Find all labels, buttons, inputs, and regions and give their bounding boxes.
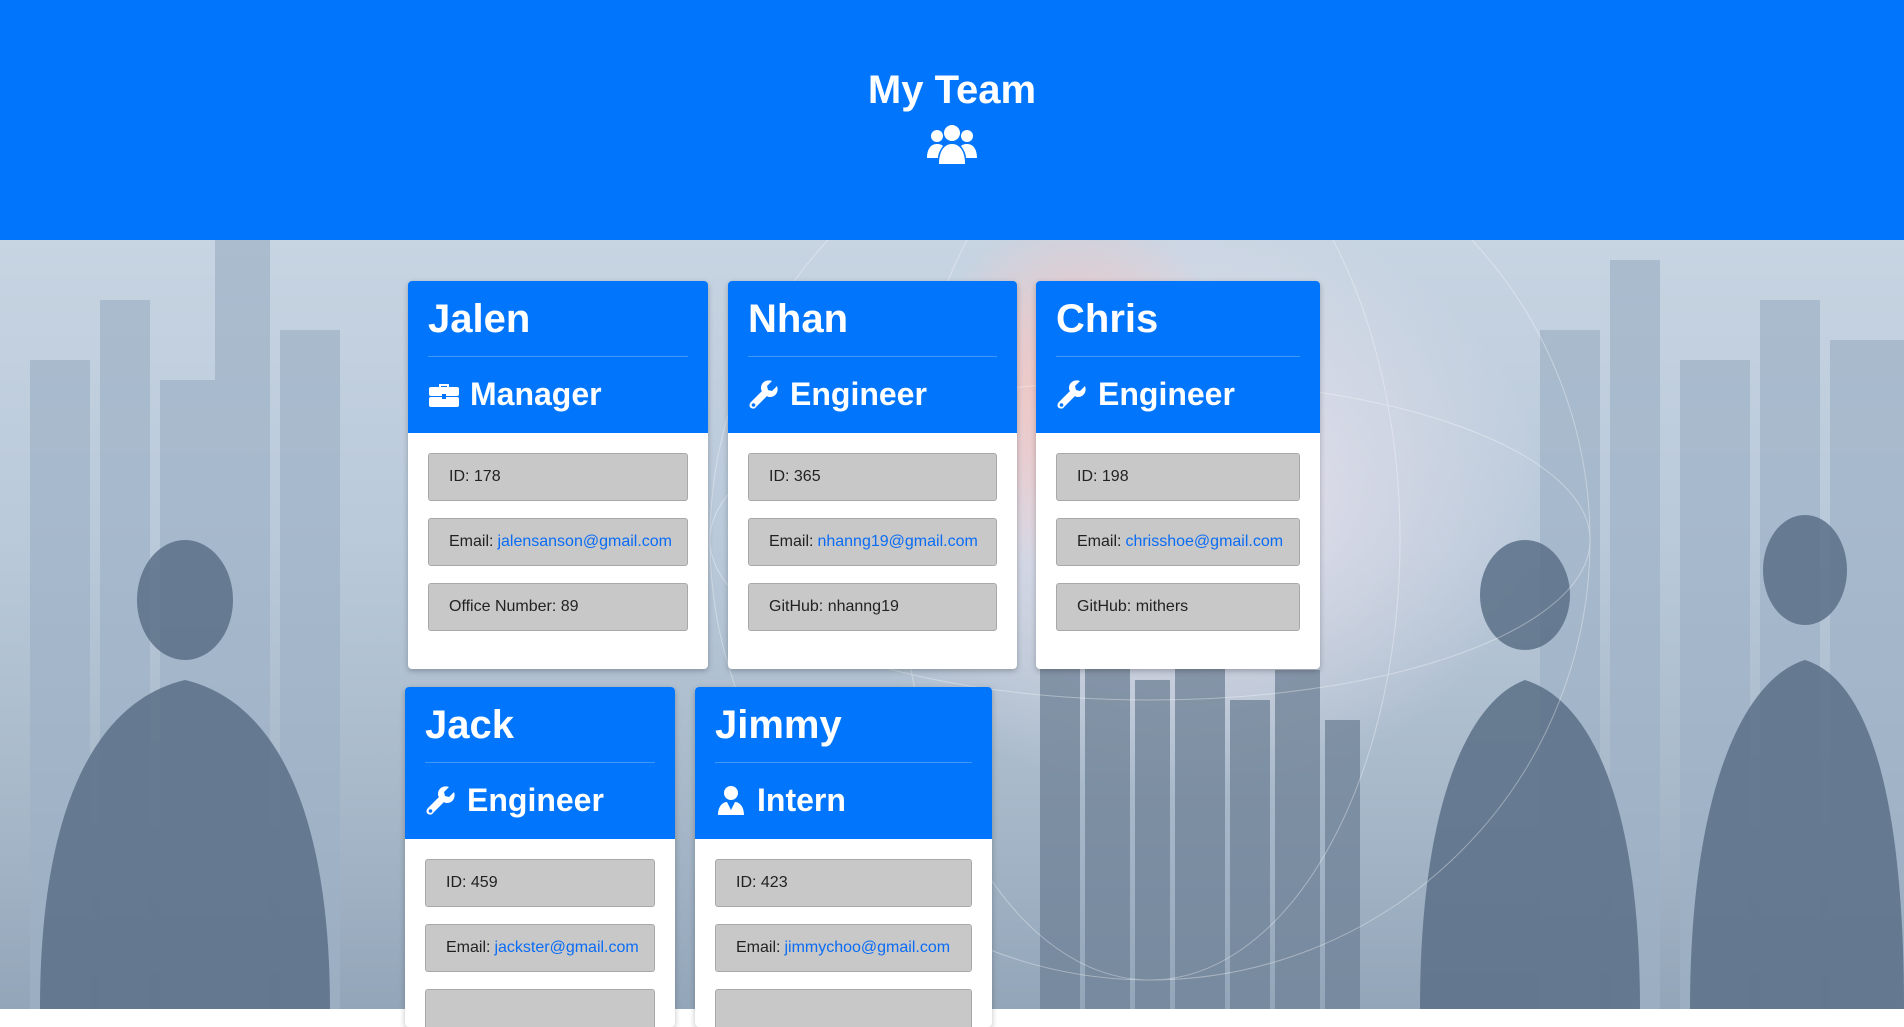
github-field: GitHub: nhanng19 bbox=[748, 583, 997, 631]
card-header: Jalen Manager bbox=[408, 281, 708, 433]
github-field: GitHub: mithers bbox=[1056, 583, 1300, 631]
github-field bbox=[425, 989, 655, 1027]
id-text: ID: 423 bbox=[736, 874, 788, 891]
user-icon bbox=[715, 784, 747, 816]
card-header: Chris Engineer bbox=[1036, 281, 1320, 433]
role-label: Engineer bbox=[790, 375, 927, 412]
role-label: Manager bbox=[470, 375, 602, 412]
email-label: Email: bbox=[1077, 533, 1122, 550]
briefcase-icon bbox=[428, 378, 460, 410]
employee-name: Jimmy bbox=[715, 703, 842, 747]
email-label: Email: bbox=[446, 939, 491, 956]
github-text: GitHub: nhanng19 bbox=[769, 598, 899, 615]
email-label: Email: bbox=[769, 533, 814, 550]
role-label: Engineer bbox=[1098, 375, 1235, 412]
employee-card-jack: Jack Engineer ID: 459 Email: jackster@gma… bbox=[405, 687, 675, 1027]
email-link[interactable]: jackster@gmail.com bbox=[494, 939, 638, 957]
office-number-field: Office Number: 89 bbox=[428, 583, 688, 631]
wrench-icon bbox=[748, 378, 780, 410]
email-link[interactable]: jimmychoo@gmail.com bbox=[784, 939, 950, 957]
role-label: Intern bbox=[757, 781, 846, 818]
divider bbox=[1056, 356, 1300, 357]
id-text: ID: 178 bbox=[449, 468, 501, 485]
github-text: GitHub: mithers bbox=[1077, 598, 1189, 615]
users-icon bbox=[926, 122, 978, 166]
id-text: ID: 459 bbox=[446, 874, 498, 891]
card-header: Jimmy Intern bbox=[695, 687, 992, 839]
email-field: Email: jimmychoo@gmail.com bbox=[715, 924, 972, 972]
id-field: ID: 459 bbox=[425, 859, 655, 907]
employee-role: Engineer bbox=[1056, 374, 1235, 414]
id-field: ID: 365 bbox=[748, 453, 997, 501]
employee-role: Engineer bbox=[748, 374, 927, 414]
employee-card-chris: Chris Engineer ID: 198 Email: chrisshoe@g… bbox=[1036, 281, 1320, 669]
office-number-text: Office Number: 89 bbox=[449, 598, 579, 615]
employee-name: Nhan bbox=[748, 297, 848, 341]
divider bbox=[748, 356, 997, 357]
email-field: Email: nhanng19@gmail.com bbox=[748, 518, 997, 566]
employee-role: Manager bbox=[428, 374, 602, 414]
employee-name: Jack bbox=[425, 703, 514, 747]
card-header: Nhan Engineer bbox=[728, 281, 1017, 433]
email-link[interactable]: jalensanson@gmail.com bbox=[497, 533, 672, 551]
divider bbox=[428, 356, 688, 357]
employee-card-jalen: Jalen Manager ID: 178 Email: jalensanson@… bbox=[408, 281, 708, 669]
email-field: Email: chrisshoe@gmail.com bbox=[1056, 518, 1300, 566]
id-field: ID: 423 bbox=[715, 859, 972, 907]
employee-card-jimmy: Jimmy Intern ID: 423 Email: jimmychoo@gma… bbox=[695, 687, 992, 1027]
page-title: My Team bbox=[867, 68, 1037, 112]
employee-name: Chris bbox=[1056, 297, 1159, 341]
divider bbox=[715, 762, 972, 763]
id-field: ID: 178 bbox=[428, 453, 688, 501]
employee-name: Jalen bbox=[428, 297, 531, 341]
email-link[interactable]: chrisshoe@gmail.com bbox=[1125, 533, 1283, 551]
employee-card-nhan: Nhan Engineer ID: 365 Email: nhanng19@gma… bbox=[728, 281, 1017, 669]
divider bbox=[425, 762, 655, 763]
employee-role: Engineer bbox=[425, 780, 604, 820]
id-text: ID: 365 bbox=[769, 468, 821, 485]
email-field: Email: jackster@gmail.com bbox=[425, 924, 655, 972]
email-field: Email: jalensanson@gmail.com bbox=[428, 518, 688, 566]
wrench-icon bbox=[425, 784, 457, 816]
role-label: Engineer bbox=[467, 781, 604, 818]
id-field: ID: 198 bbox=[1056, 453, 1300, 501]
card-header: Jack Engineer bbox=[405, 687, 675, 839]
employee-role: Intern bbox=[715, 780, 846, 820]
email-label: Email: bbox=[736, 939, 781, 956]
wrench-icon bbox=[1056, 378, 1088, 410]
page-header: My Team bbox=[0, 0, 1904, 240]
school-field bbox=[715, 989, 972, 1027]
id-text: ID: 198 bbox=[1077, 468, 1129, 485]
email-link[interactable]: nhanng19@gmail.com bbox=[817, 533, 977, 551]
email-label: Email: bbox=[449, 533, 494, 550]
